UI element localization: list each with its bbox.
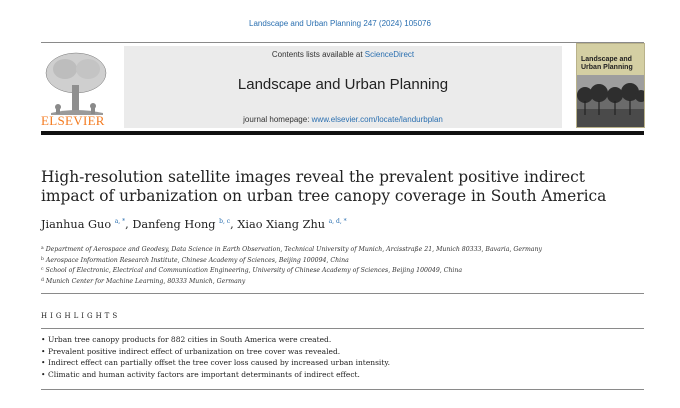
masthead-divider bbox=[41, 131, 644, 135]
highlight-text: Urban tree canopy products for 882 citie… bbox=[48, 335, 332, 344]
header-divider bbox=[41, 42, 644, 43]
highlight-text: Climatic and human activity factors are … bbox=[48, 369, 360, 379]
author-affiliation-marks[interactable]: a, * bbox=[115, 218, 125, 225]
bullet-icon: • bbox=[41, 346, 46, 356]
homepage-prefix: journal homepage: bbox=[243, 115, 312, 124]
bullet-icon: • bbox=[41, 335, 46, 344]
sciencedirect-link[interactable]: ScienceDirect bbox=[365, 50, 414, 59]
section-divider bbox=[41, 293, 644, 294]
highlight-item: • Indirect effect can partially offset th… bbox=[41, 357, 641, 369]
homepage-line: journal homepage: www.elsevier.com/locat… bbox=[124, 115, 562, 124]
affiliation-mark: b bbox=[41, 256, 44, 262]
elsevier-wordmark: ELSEVIER bbox=[41, 113, 105, 128]
affiliation-item: c School of Electronic, Electrical and Co… bbox=[41, 265, 641, 276]
affiliation-item: b Aerospace Information Research Institut… bbox=[41, 255, 641, 266]
author-affiliation-marks[interactable]: a, d, * bbox=[329, 218, 347, 225]
article-title: High-resolution satellite images reveal … bbox=[41, 168, 607, 205]
journal-citation[interactable]: Landscape and Urban Planning 247 (2024) … bbox=[0, 19, 680, 28]
cover-photo bbox=[577, 75, 644, 127]
affiliation-item: d Munich Center for Machine Learning, 803… bbox=[41, 276, 641, 287]
affiliation-item: a Department of Aerospace and Geodesy, Da… bbox=[41, 244, 641, 255]
highlights-heading: HIGHLIGHTS bbox=[41, 312, 121, 320]
affiliation-text: Munich Center for Machine Learning, 8033… bbox=[45, 277, 246, 285]
highlight-text: Indirect effect can partially offset the… bbox=[48, 358, 390, 368]
highlights-divider bbox=[41, 328, 644, 329]
affiliation-mark: a bbox=[41, 246, 44, 251]
journal-title: Landscape and Urban Planning bbox=[237, 76, 449, 93]
affiliation-text: School of Electronic, Electrical and Com… bbox=[45, 267, 463, 274]
bottom-divider bbox=[41, 389, 644, 390]
contents-line: Contents lists available at ScienceDirec… bbox=[124, 50, 562, 59]
highlights-list: • Urban tree canopy products for 882 citi… bbox=[41, 334, 641, 380]
journal-homepage-link[interactable]: www.elsevier.com/locate/landurbplan bbox=[312, 115, 443, 124]
author-list: Jianhua Guo a, *, Danfeng Hong b, c, Xia… bbox=[41, 218, 347, 231]
cover-title: Landscape and Urban Planning bbox=[581, 56, 633, 71]
journal-cover-thumbnail[interactable]: Landscape and Urban Planning bbox=[576, 43, 645, 128]
affiliation-text: Department of Aerospace and Geodesy, Dat… bbox=[45, 246, 542, 253]
author-affiliation-marks[interactable]: b, c bbox=[219, 218, 230, 225]
affiliation-text: Aerospace Information Research Institute… bbox=[45, 256, 349, 264]
affiliation-mark: d bbox=[41, 277, 44, 283]
bullet-icon: • bbox=[41, 369, 46, 379]
highlight-item: • Climatic and human activity factors are… bbox=[41, 369, 641, 381]
author-name[interactable]: Jianhua Guo bbox=[41, 218, 111, 231]
author-name[interactable]: Danfeng Hong bbox=[132, 218, 215, 231]
affiliations: a Department of Aerospace and Geodesy, Da… bbox=[41, 244, 641, 286]
highlight-text: Prevalent positive indirect effect of ur… bbox=[48, 346, 341, 356]
author-name[interactable]: Xiao Xiang Zhu bbox=[237, 218, 325, 231]
highlight-item: • Urban tree canopy products for 882 citi… bbox=[41, 334, 641, 346]
highlight-item: • Prevalent positive indirect effect of u… bbox=[41, 346, 641, 358]
journal-banner: Contents lists available at ScienceDirec… bbox=[124, 46, 562, 128]
bullet-icon: • bbox=[41, 358, 46, 368]
contents-prefix: Contents lists available at bbox=[271, 50, 365, 59]
affiliation-mark: c bbox=[41, 267, 44, 272]
